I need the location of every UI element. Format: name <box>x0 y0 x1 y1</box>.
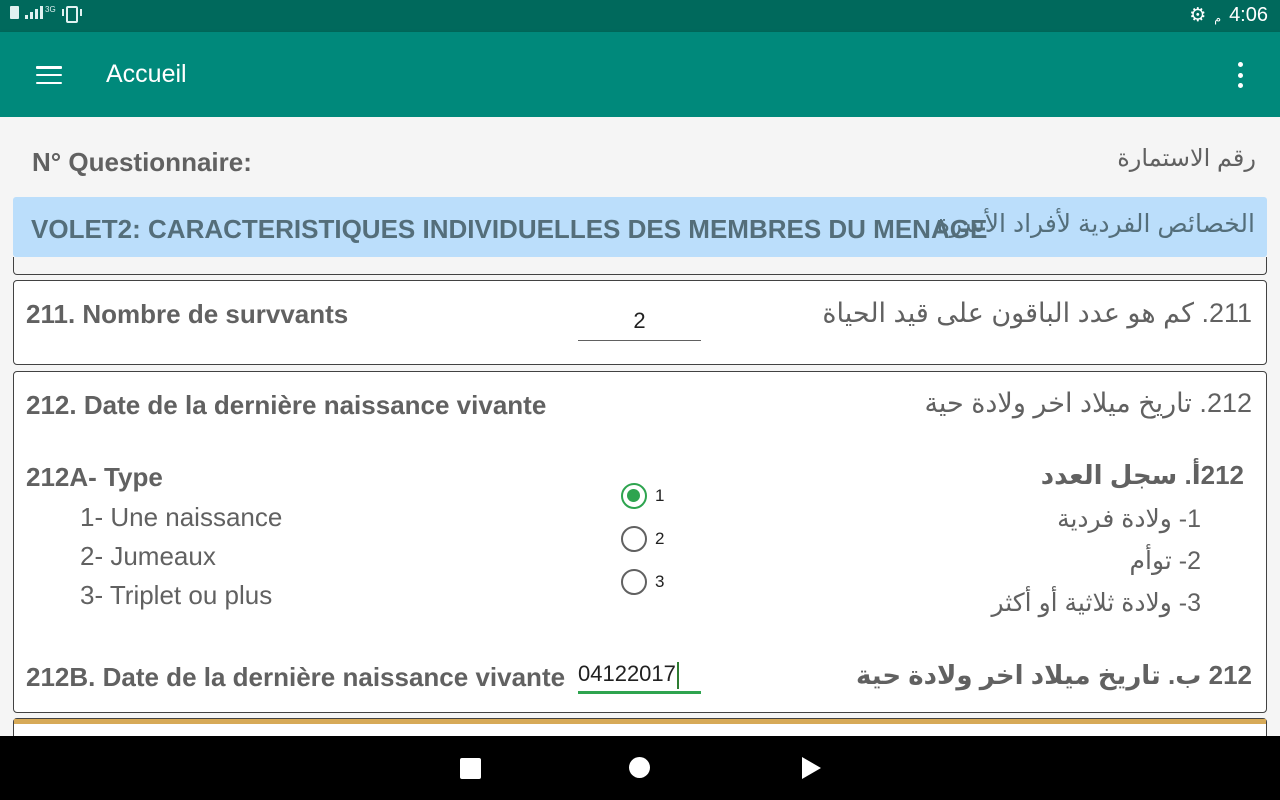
radio-unchecked-icon[interactable] <box>621 526 647 552</box>
q212a-option-ar-3: 3- ولادة ثلاثية أو أكثر <box>991 589 1201 617</box>
q212b-label-fr: 212B. Date de la dernière naissance viva… <box>26 662 566 692</box>
page-title: Accueil <box>106 60 187 88</box>
settings-gear-icon: ⚙ <box>1189 4 1207 26</box>
question-card-212: 212. Date de la dernière naissance vivan… <box>13 371 1267 713</box>
questionnaire-number-label-ar: رقم الاستمارة <box>1117 145 1256 172</box>
q212a-label-fr: 212A- Type <box>26 462 163 492</box>
q212b-date-value: 04122017 <box>578 661 676 686</box>
text-cursor <box>676 661 679 689</box>
q212b-label-ar: 212 ب. تاريخ ميلاد اخر ولادة حية <box>855 660 1252 690</box>
sim-card-icon <box>10 6 19 19</box>
status-bar: 3G ⚙ م 4:06 <box>0 0 1280 32</box>
recents-triangle-icon[interactable] <box>802 757 821 779</box>
form-content[interactable]: N° Questionnaire: رقم الاستمارة VOLET2: … <box>0 117 1280 736</box>
radio-checked-icon[interactable] <box>621 483 647 509</box>
system-navigation-bar <box>0 736 1280 800</box>
signal-icon <box>25 6 43 19</box>
ampm-indicator: م <box>1214 13 1222 25</box>
q212a-radio-option-2[interactable]: 2 <box>621 526 664 552</box>
q212a-option-fr-2: 2- Jumeaux <box>80 541 216 571</box>
q212a-option-ar-2: 2- توأم <box>1129 547 1201 575</box>
q212a-radio-option-1[interactable]: 1 <box>621 483 664 509</box>
app-toolbar: Accueil <box>0 32 1280 117</box>
q211-survivors-input[interactable]: 2 <box>578 301 701 341</box>
q212b-date-input[interactable]: 04122017 <box>578 654 701 694</box>
section-title-fr: VOLET2: CARACTERISTIQUES INDIVIDUELLES D… <box>31 214 988 244</box>
next-question-card <box>13 718 1267 736</box>
q212a-option-fr-3: 3- Triplet ou plus <box>80 580 273 610</box>
previous-question-card <box>13 257 1267 275</box>
network-type-label: 3G <box>45 5 56 14</box>
radio-label: 3 <box>655 572 665 591</box>
q212-label-fr: 212. Date de la dernière naissance vivan… <box>26 390 547 420</box>
section-title-ar: الخصائص الفردية لأفراد الأسرة <box>936 210 1255 238</box>
hamburger-menu-icon[interactable] <box>36 66 62 84</box>
q211-label-fr: 211. Nombre de survvants <box>26 299 349 329</box>
q211-label-ar: 211. كم هو عدد الباقون على قيد الحياة <box>822 298 1252 328</box>
q212a-radio-option-3[interactable]: 3 <box>621 569 664 595</box>
question-card-211: 211. Nombre de survvants 211. كم هو عدد … <box>13 280 1267 365</box>
vibrate-icon <box>61 6 82 23</box>
q212a-label-ar: 212أ. سجل العدد <box>1040 460 1244 490</box>
q212-label-ar: 212. تاريخ ميلاد اخر ولادة حية <box>924 388 1252 418</box>
q212a-option-fr-1: 1- Une naissance <box>80 502 283 532</box>
home-circle-icon[interactable] <box>629 757 650 778</box>
section-banner: VOLET2: CARACTERISTIQUES INDIVIDUELLES D… <box>13 197 1267 257</box>
back-square-icon[interactable] <box>460 758 481 779</box>
radio-label: 2 <box>655 529 665 548</box>
q212a-option-ar-1: 1- ولادة فردية <box>1057 505 1201 533</box>
questionnaire-number-label-fr: N° Questionnaire: <box>32 147 252 177</box>
radio-unchecked-icon[interactable] <box>621 569 647 595</box>
radio-label: 1 <box>655 486 665 505</box>
more-vert-icon[interactable] <box>1234 62 1246 88</box>
status-clock: 4:06 <box>1229 4 1268 26</box>
